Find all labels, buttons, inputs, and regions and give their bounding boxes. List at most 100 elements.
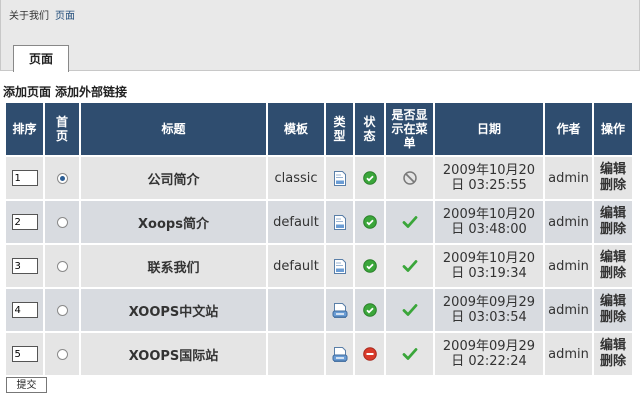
status-off-icon[interactable] [362,347,377,361]
template-cell [268,289,324,331]
status-cell [355,157,384,199]
type-cell [326,245,353,287]
home-radio[interactable] [56,260,68,272]
date-time-line: 日 03:48:00 [451,222,527,237]
order-cell [6,289,43,331]
col-menu-label: 是否显示在菜单 [391,108,428,150]
breadcrumb-current-link[interactable]: 页面 [55,11,75,22]
date-time-line: 日 03:03:54 [451,310,527,325]
status-ok-icon[interactable] [362,303,377,317]
author-cell: admin [545,201,592,243]
date-cell: 2009年09月29 日 02:22:24 [435,333,543,375]
status-ok-icon[interactable] [362,171,377,185]
home-radio[interactable] [56,348,68,360]
col-template[interactable]: 模板 [268,103,324,155]
author-cell: admin [545,245,592,287]
menu-cell [386,245,433,287]
col-home-label: 首页 [55,115,68,143]
author-cell: admin [545,157,592,199]
submit-button[interactable]: 提交 [6,377,47,393]
type-cell [326,157,353,199]
col-type[interactable]: 类型 [326,103,353,155]
status-ok-icon[interactable] [362,259,377,273]
tab-pages[interactable]: 页面 [13,45,69,72]
date-line: 2009年09月29 [442,295,536,310]
home-radio-selected[interactable] [56,172,68,184]
pages-table: 排序 首页 标题 模板 类型 状态 是否显示在菜单 日期 作者 操作 公司简介 … [4,101,634,377]
menu-shown-check-icon[interactable] [402,259,418,273]
edit-link[interactable]: 编辑 [594,338,632,354]
author-cell: admin [545,333,592,375]
status-ok-icon[interactable] [362,215,377,229]
menu-shown-check-icon[interactable] [402,215,418,229]
edit-link[interactable]: 编辑 [594,294,632,310]
order-input[interactable] [11,214,38,231]
menu-hidden-icon[interactable] [402,171,417,185]
col-status[interactable]: 状态 [355,103,384,155]
status-cell [355,201,384,243]
ops-cell: 编辑 删除 [594,289,632,331]
home-radio[interactable] [56,216,68,228]
page-type-icon [333,214,346,230]
link-type-icon [332,346,347,362]
home-cell [45,157,79,199]
date-time-line: 日 03:19:34 [451,266,527,281]
col-home[interactable]: 首页 [45,103,79,155]
edit-link[interactable]: 编辑 [594,250,632,266]
order-cell [6,333,43,375]
template-cell [268,333,324,375]
col-date[interactable]: 日期 [435,103,543,155]
col-menu[interactable]: 是否显示在菜单 [386,103,433,155]
table-row: Xoops简介 default 2009年10月20日 03:48:00 adm… [6,201,632,243]
date-cell: 2009年10月20 日 03:19:34 [435,245,543,287]
menu-shown-check-icon[interactable] [402,347,418,361]
order-cell [6,157,43,199]
status-cell [355,245,384,287]
table-row: 公司简介 classic 2009年10月20日 03:25:55 admin … [6,157,632,199]
date-line: 2009年10月20 [442,207,536,222]
home-radio[interactable] [56,304,68,316]
order-input[interactable] [11,170,38,187]
date-time-line: 日 03:25:55 [451,178,527,193]
menu-cell [386,157,433,199]
template-cell: default [268,245,324,287]
delete-link[interactable]: 删除 [594,354,632,370]
breadcrumb-section: 关于我们 [9,11,49,22]
template-cell: classic [268,157,324,199]
date-cell: 2009年10月20 日 03:48:00 [435,201,543,243]
ops-cell: 编辑 删除 [594,333,632,375]
delete-link[interactable]: 删除 [594,222,632,238]
col-ops: 操作 [594,103,632,155]
link-type-icon [332,302,347,318]
order-cell [6,245,43,287]
action-links: 添加页面 添加外部链接 [3,83,131,100]
table-row: 联系我们 default 2009年10月20日 03:19:34 admin … [6,245,632,287]
delete-link[interactable]: 删除 [594,266,632,282]
order-input[interactable] [11,302,38,319]
title-cell: XOOPS中文站 [81,289,266,331]
col-title[interactable]: 标题 [81,103,266,155]
delete-link[interactable]: 删除 [594,178,632,194]
add-page-link[interactable]: 添加页面 [3,85,51,99]
menu-shown-check-icon[interactable] [402,303,418,317]
col-author[interactable]: 作者 [545,103,592,155]
col-type-label: 类型 [333,115,346,143]
page-type-icon [333,258,346,274]
add-external-link[interactable]: 添加外部链接 [55,85,127,99]
col-order[interactable]: 排序 [6,103,43,155]
menu-cell [386,289,433,331]
edit-link[interactable]: 编辑 [594,206,632,222]
date-cell: 2009年09月29 日 03:03:54 [435,289,543,331]
edit-link[interactable]: 编辑 [594,162,632,178]
type-cell [326,201,353,243]
home-cell [45,245,79,287]
date-line: 2009年09月29 [442,339,536,354]
ops-cell: 编辑 删除 [594,245,632,287]
ops-cell: 编辑 删除 [594,157,632,199]
order-input[interactable] [11,258,38,275]
order-input[interactable] [11,346,38,363]
title-cell: XOOPS国际站 [81,333,266,375]
delete-link[interactable]: 删除 [594,310,632,326]
table-header-row: 排序 首页 标题 模板 类型 状态 是否显示在菜单 日期 作者 操作 [6,103,632,155]
title-cell: 公司简介 [81,157,266,199]
